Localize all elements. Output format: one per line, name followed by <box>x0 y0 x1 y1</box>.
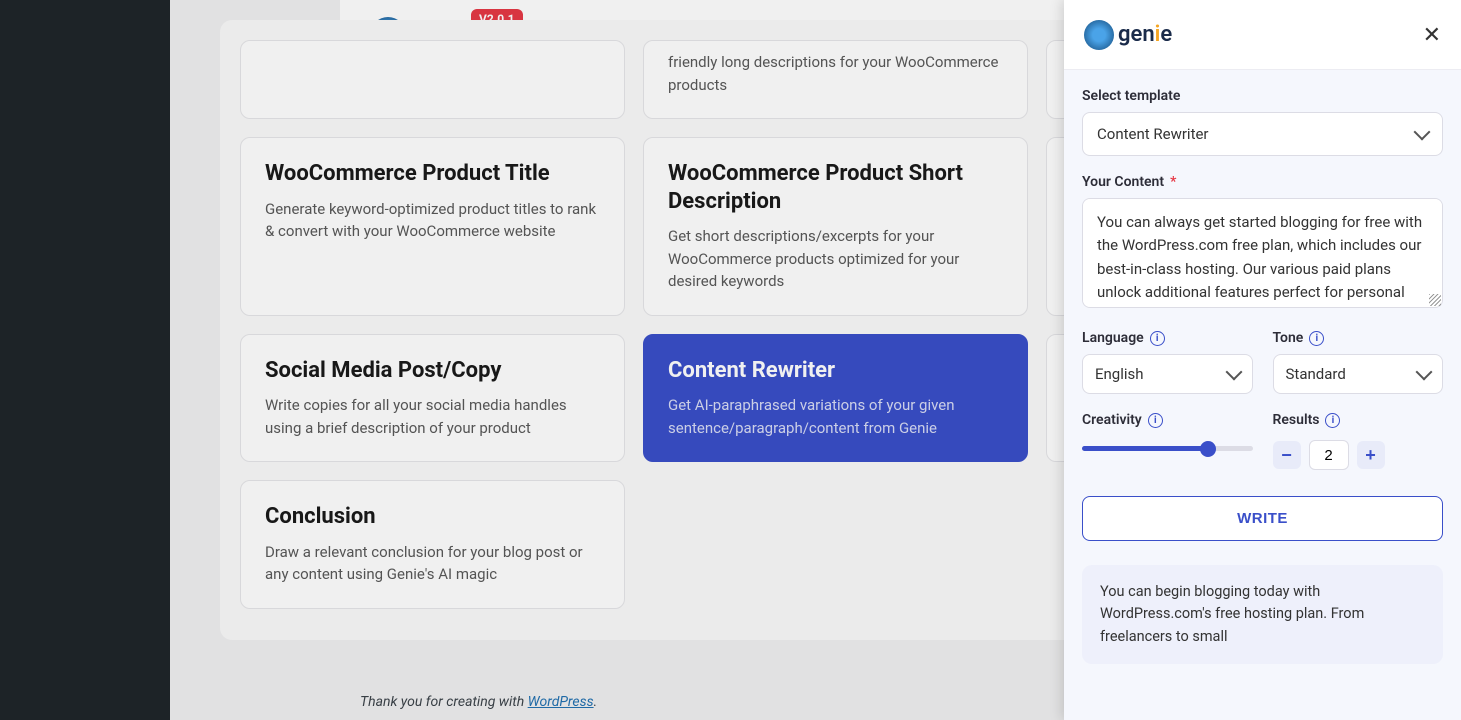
info-icon[interactable]: i <box>1148 413 1163 428</box>
results-label: Results i <box>1273 412 1444 428</box>
card-desc: Get short descriptions/excerpts for your… <box>668 225 1003 293</box>
panel-header: genie ✕ <box>1064 0 1461 70</box>
card-desc: Get AI-paraphrased variations of your gi… <box>668 394 1003 439</box>
chevron-down-icon <box>1414 124 1431 141</box>
language-select[interactable]: English <box>1082 354 1253 394</box>
info-icon[interactable]: i <box>1309 331 1324 346</box>
generated-result[interactable]: You can begin blogging today with WordPr… <box>1082 565 1443 664</box>
results-input[interactable] <box>1309 440 1349 470</box>
genie-side-panel: genie ✕ Select template Content Rewriter… <box>1064 0 1461 720</box>
select-template-label: Select template <box>1082 88 1443 104</box>
mascot-icon <box>1084 20 1114 50</box>
card-desc: Draw a relevant conclusion for your blog… <box>265 541 600 586</box>
card-title: WooCommerce Product Short Description <box>668 160 1003 215</box>
content-textarea[interactable] <box>1082 198 1443 308</box>
template-card-woo-title[interactable]: WooCommerce Product Title Generate keywo… <box>240 137 625 316</box>
template-card-partial[interactable] <box>240 40 625 119</box>
write-button[interactable]: WRITE <box>1082 496 1443 541</box>
close-icon[interactable]: ✕ <box>1423 22 1441 48</box>
chevron-down-icon <box>1416 364 1433 381</box>
tone-value: Standard <box>1286 365 1346 383</box>
template-card-woo-short-desc[interactable]: WooCommerce Product Short Description Ge… <box>643 137 1028 316</box>
card-desc: friendly long descriptions for your WooC… <box>668 51 1003 96</box>
footer-credit: Thank you for creating with WordPress. <box>360 694 597 710</box>
template-select-value: Content Rewriter <box>1097 125 1209 143</box>
creativity-label: Creativity i <box>1082 412 1253 428</box>
panel-logo: genie <box>1084 20 1172 50</box>
card-desc: Write copies for all your social media h… <box>265 394 600 439</box>
tone-select[interactable]: Standard <box>1273 354 1444 394</box>
increment-button[interactable]: + <box>1357 441 1385 469</box>
wp-admin-sidebar <box>0 0 170 720</box>
your-content-label: Your Content * <box>1082 174 1443 190</box>
results-stepper: − + <box>1273 436 1444 470</box>
tone-label: Tone i <box>1273 330 1444 346</box>
template-card-woo-long-desc[interactable]: friendly long descriptions for your WooC… <box>643 40 1028 119</box>
card-title: Social Media Post/Copy <box>265 357 600 385</box>
decrement-button[interactable]: − <box>1273 441 1301 469</box>
creativity-slider[interactable] <box>1082 446 1253 451</box>
template-select[interactable]: Content Rewriter <box>1082 112 1443 156</box>
card-title: Content Rewriter <box>668 357 1003 385</box>
template-card-content-rewriter[interactable]: Content Rewriter Get AI-paraphrased vari… <box>643 334 1028 463</box>
template-card-conclusion[interactable]: Conclusion Draw a relevant conclusion fo… <box>240 480 625 609</box>
language-value: English <box>1095 365 1144 383</box>
info-icon[interactable]: i <box>1150 331 1165 346</box>
panel-body: Select template Content Rewriter Your Co… <box>1064 70 1461 720</box>
language-label: Language i <box>1082 330 1253 346</box>
wordpress-link[interactable]: WordPress <box>528 694 594 710</box>
template-card-social-media[interactable]: Social Media Post/Copy Write copies for … <box>240 334 625 463</box>
info-icon[interactable]: i <box>1325 413 1340 428</box>
card-desc: Generate keyword-optimized product title… <box>265 198 600 243</box>
brand-name: genie <box>1118 22 1172 47</box>
slider-thumb[interactable] <box>1200 441 1216 457</box>
card-title: Conclusion <box>265 503 600 531</box>
card-title: WooCommerce Product Title <box>265 160 600 188</box>
chevron-down-icon <box>1225 364 1242 381</box>
